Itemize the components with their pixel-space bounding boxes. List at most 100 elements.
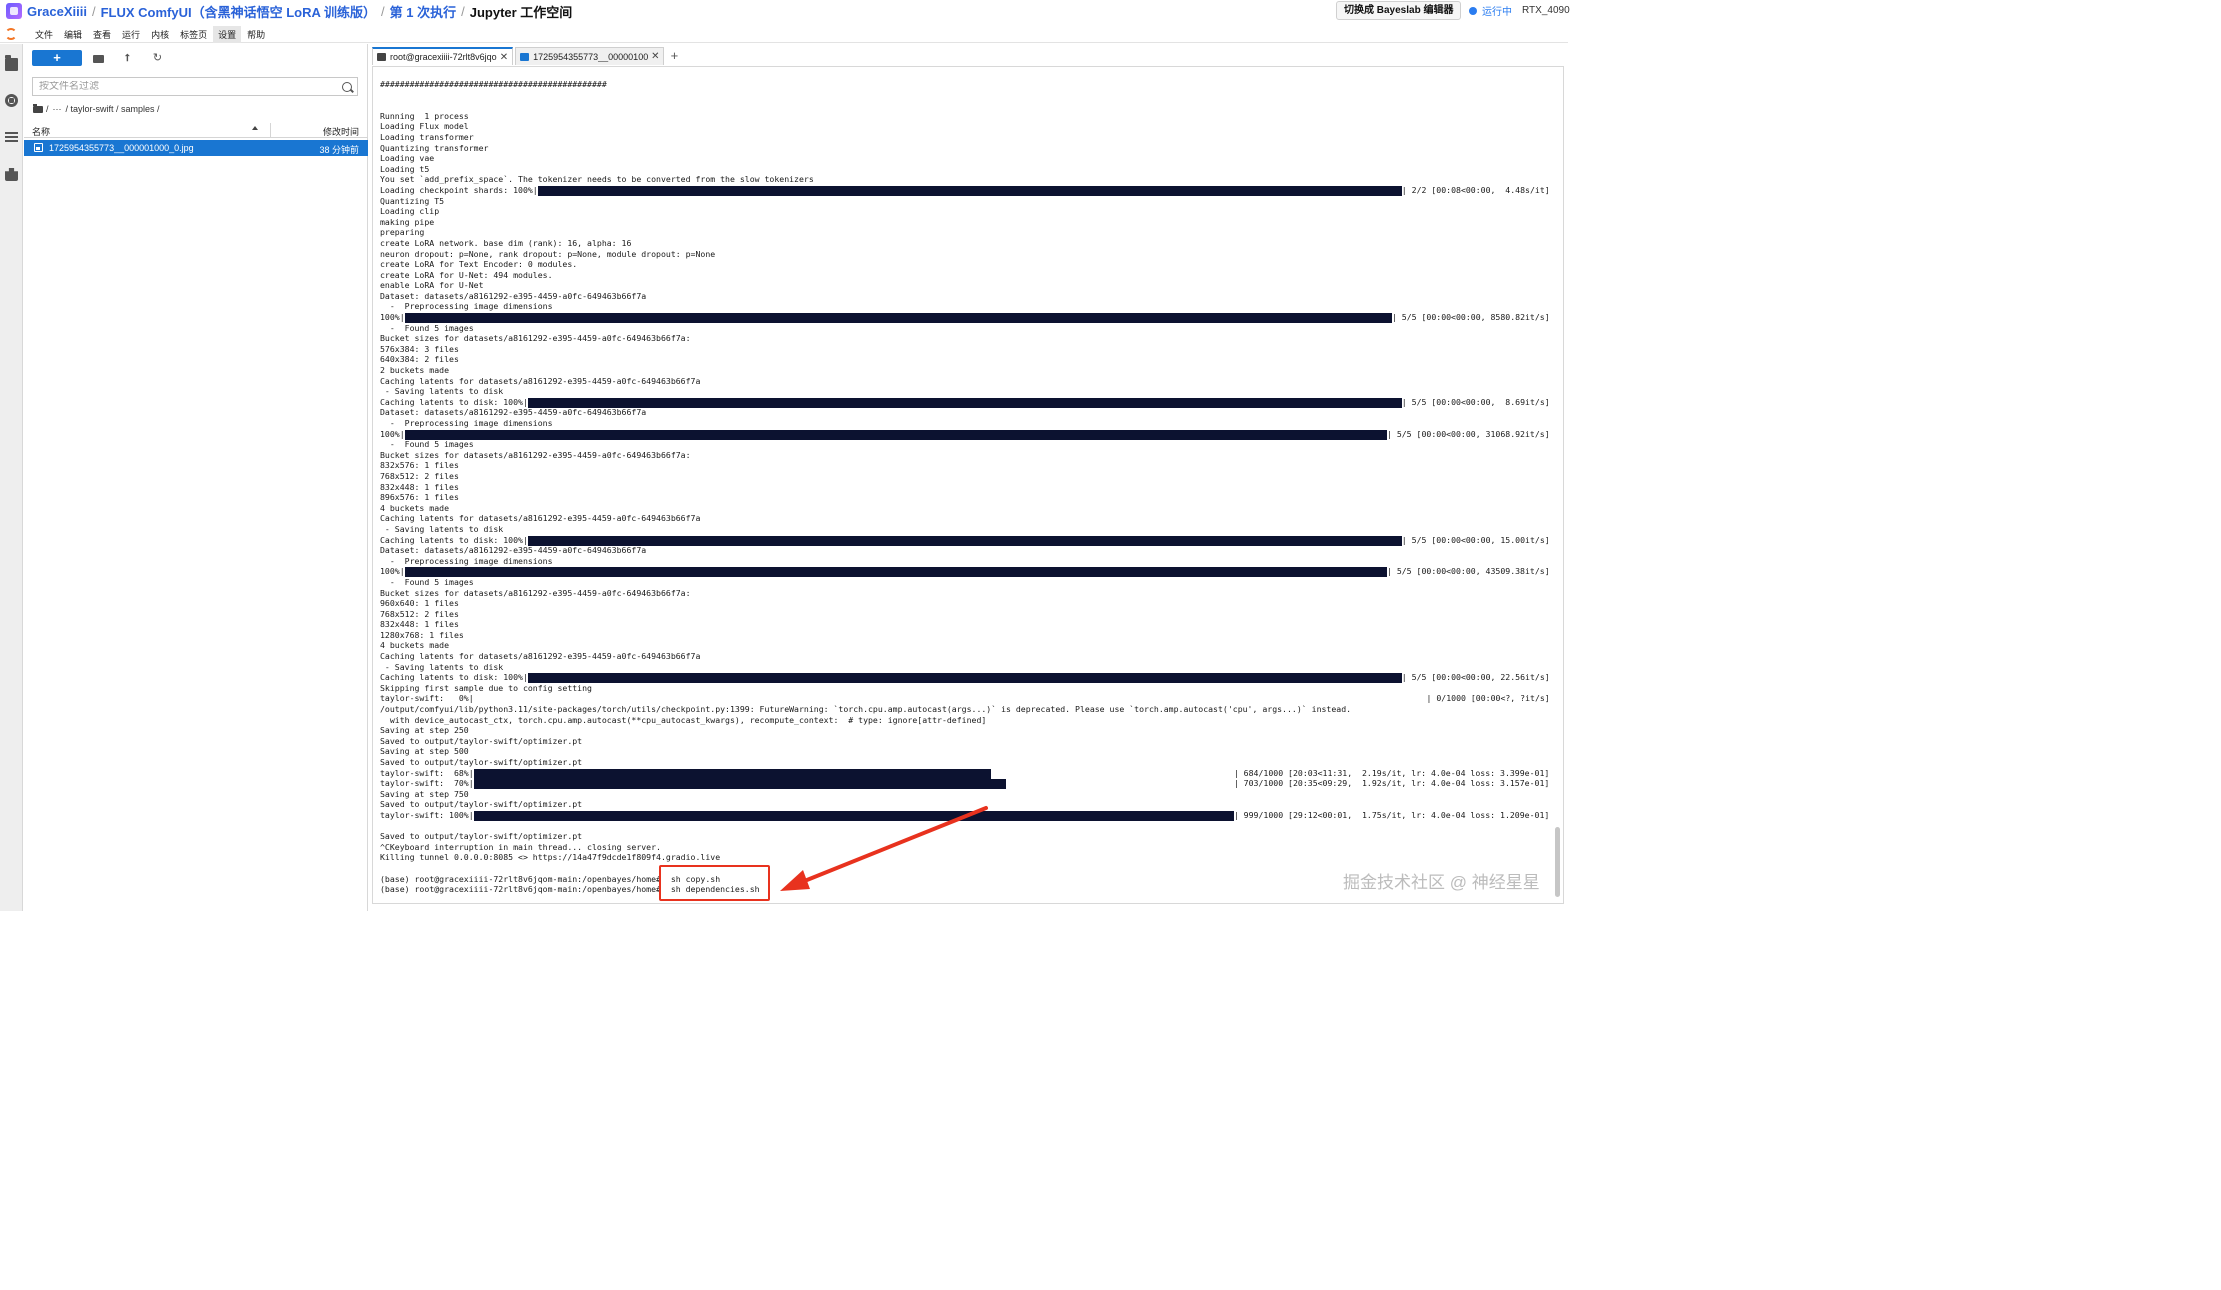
refresh-icon[interactable]: ↻: [152, 53, 163, 64]
terminal-line: - Found 5 images: [380, 323, 1351, 334]
terminal-line-text: Caching latents for datasets/a8161292-e3…: [380, 513, 701, 524]
column-header-name[interactable]: 名称: [32, 125, 50, 138]
terminal-line-text: Quantizing transformer: [380, 142, 489, 153]
terminal-line: 4 buckets made: [380, 503, 1351, 514]
home-folder-icon[interactable]: [33, 103, 43, 113]
breadcrumb-project-link[interactable]: FLUX ComfyUI（含黑神话悟空 LoRA 训练版）: [101, 2, 376, 21]
switch-editor-button[interactable]: 切换成 Bayeslab 编辑器: [1336, 1, 1462, 20]
terminal-line: - Saving latents to disk: [380, 662, 1351, 673]
terminal-view[interactable]: ########################################…: [372, 66, 1564, 904]
tab-label: root@gracexiiii-72rlt8v6jqo: [390, 52, 497, 62]
table-of-contents-icon[interactable]: [5, 132, 18, 145]
menu-view[interactable]: 查看: [88, 26, 116, 43]
terminal-line: Bucket sizes for datasets/a8161292-e395-…: [380, 588, 1351, 599]
terminal-line-text: - Found 5 images: [380, 322, 474, 333]
breadcrumb-separator: /: [461, 3, 465, 19]
tab-terminal[interactable]: root@gracexiiii-72rlt8v6jqo ✕: [372, 47, 514, 65]
terminal-line-text: create LoRA network. base dim (rank): 16…: [380, 237, 632, 248]
terminal-line-text: Bucket sizes for datasets/a8161292-e395-…: [380, 333, 691, 344]
terminal-line: Saved to output/taylor-swift/optimizer.p…: [380, 799, 1351, 810]
terminal-line-text: Saved to output/taylor-swift/optimizer.p…: [380, 757, 583, 767]
terminal-line-text: Saving at step 750: [380, 788, 469, 799]
terminal-line-text: 960x640: 1 files: [380, 598, 459, 609]
terminal-line: 896x576: 1 files: [380, 492, 1351, 503]
terminal-line-text: - Preprocessing image dimensions: [380, 301, 553, 312]
progress-bar: [528, 673, 1402, 684]
terminal-line: Saving at step 500: [380, 746, 1351, 757]
terminal-line-text: 1280x768: 1 files: [380, 629, 464, 640]
menu-kernel[interactable]: 内核: [146, 26, 174, 43]
search-icon: [342, 81, 352, 92]
annotation-highlight-box: [659, 865, 770, 901]
terminal-line-text: Saving at step 500: [380, 746, 469, 757]
terminal-line-text: 832x448: 1 files: [380, 619, 459, 630]
terminal-line-text: taylor-swift: 70%|: [380, 778, 474, 789]
terminal-line-text: - Preprocessing image dimensions: [380, 555, 553, 566]
terminal-line: Dataset: datasets/a8161292-e395-4459-a0f…: [380, 291, 1351, 302]
file-browser-folder-icon[interactable]: [5, 55, 18, 71]
menu-edit[interactable]: 编辑: [59, 26, 87, 43]
title-breadcrumb: GraceXiiii / FLUX ComfyUI（含黑神话悟空 LoRA 训练…: [27, 2, 572, 21]
terminal-line: Loading checkpoint shards: 100%| | 2/2 [0…: [380, 184, 1550, 196]
breadcrumb-separator: /: [381, 3, 385, 19]
terminal-line-text: taylor-swift: 0%|: [380, 693, 474, 704]
file-filter-box: [32, 77, 358, 96]
terminal-line-text: 832x576: 1 files: [380, 460, 459, 471]
column-header-modified[interactable]: 修改时间: [323, 125, 359, 138]
terminal-line-text: Running 1 process: [380, 110, 469, 121]
progress-bar: [404, 429, 1387, 440]
terminal-line-text: - Saving latents to disk: [380, 523, 504, 534]
path-root-link[interactable]: /: [46, 104, 49, 114]
new-folder-icon[interactable]: [93, 53, 104, 64]
upload-icon[interactable]: ⭡: [122, 53, 133, 64]
terminal-line: Caching latents to disk: 100%| | 5/5 [00:…: [380, 535, 1550, 546]
extension-manager-puzzle-icon[interactable]: [5, 168, 18, 181]
terminal-line: 2 buckets made: [380, 365, 1351, 376]
close-icon[interactable]: ✕: [651, 51, 659, 62]
breadcrumb-user-link[interactable]: GraceXiiii: [27, 4, 87, 19]
status-text: 运行中: [1482, 7, 1512, 18]
terminal-line: ^CKeyboard interruption in main thread..…: [380, 842, 1351, 853]
terminal-scrollbar[interactable]: [1555, 827, 1560, 897]
terminal-line: 768x512: 2 files: [380, 609, 1351, 620]
add-tab-icon[interactable]: +: [666, 47, 682, 65]
terminal-line-text: Bucket sizes for datasets/a8161292-e395-…: [380, 449, 691, 460]
path-ellipsis[interactable]: ···: [53, 104, 62, 114]
terminal-line-text: You set `add_prefix_space`. The tokenize…: [380, 174, 814, 185]
menu-tabs[interactable]: 标签页: [175, 26, 212, 43]
new-launcher-button[interactable]: +: [32, 50, 82, 66]
terminal-line-text: Loading checkpoint shards: 100%|: [380, 184, 538, 195]
terminal-line: (base) root@gracexiiii-72rlt8v6jqom-main…: [380, 884, 1351, 895]
progress-stats: | 684/1000 [20:03<11:31, 2.19s/it, lr: 4…: [1233, 767, 1550, 778]
terminal-line-text: neuron dropout: p=None, rank dropout: p=…: [380, 248, 716, 259]
file-browser-panel: + ⭡ ↻ / ··· / taylor-swift / samples / 名…: [24, 44, 368, 911]
terminal-line-text: Dataset: datasets/a8161292-e395-4459-a0f…: [380, 290, 647, 301]
close-icon[interactable]: ✕: [500, 52, 508, 63]
running-sessions-icon[interactable]: [5, 94, 18, 107]
terminal-line-text: enable LoRA for U-Net: [380, 280, 484, 291]
terminal-line: Dataset: datasets/a8161292-e395-4459-a0f…: [380, 407, 1351, 418]
file-list-item[interactable]: 1725954355773__000001000_0.jpg 38 分钟前: [24, 140, 368, 156]
menu-run[interactable]: 运行: [117, 26, 145, 43]
terminal-line-text: Saved to output/taylor-swift/optimizer.p…: [380, 735, 583, 746]
menu-settings[interactable]: 设置: [213, 25, 242, 43]
menu-file[interactable]: 文件: [30, 26, 58, 43]
terminal-line-text: 640x384: 2 files: [380, 354, 459, 365]
breadcrumb-run-link[interactable]: 第 1 次执行: [390, 2, 456, 21]
column-divider[interactable]: [270, 123, 271, 138]
file-filter-input[interactable]: [33, 81, 342, 92]
progress-stats: | 5/5 [00:00<00:00, 15.00it/s]: [1401, 534, 1550, 545]
tab-image[interactable]: 1725954355773__000001000 ✕: [515, 47, 665, 65]
path-breadcrumb: / ··· / taylor-swift / samples /: [33, 103, 160, 114]
terminal-line: Dataset: datasets/a8161292-e395-4459-a0f…: [380, 545, 1351, 556]
terminal-line: Loading clip: [380, 206, 1351, 217]
terminal-line: - Saving latents to disk: [380, 524, 1351, 535]
path-current[interactable]: / taylor-swift / samples /: [66, 104, 160, 114]
progress-stats: | 2/2 [00:08<00:00, 4.48s/it]: [1401, 184, 1550, 195]
progress-bar: [528, 397, 1402, 408]
menu-help[interactable]: 帮助: [242, 26, 270, 43]
terminal-line: 100%| | 5/5 [00:00<00:00, 31068.92it/s]: [380, 429, 1550, 440]
terminal-line: Caching latents for datasets/a8161292-e3…: [380, 651, 1351, 662]
terminal-line-text: Skipping first sample due to config sett…: [380, 682, 592, 693]
